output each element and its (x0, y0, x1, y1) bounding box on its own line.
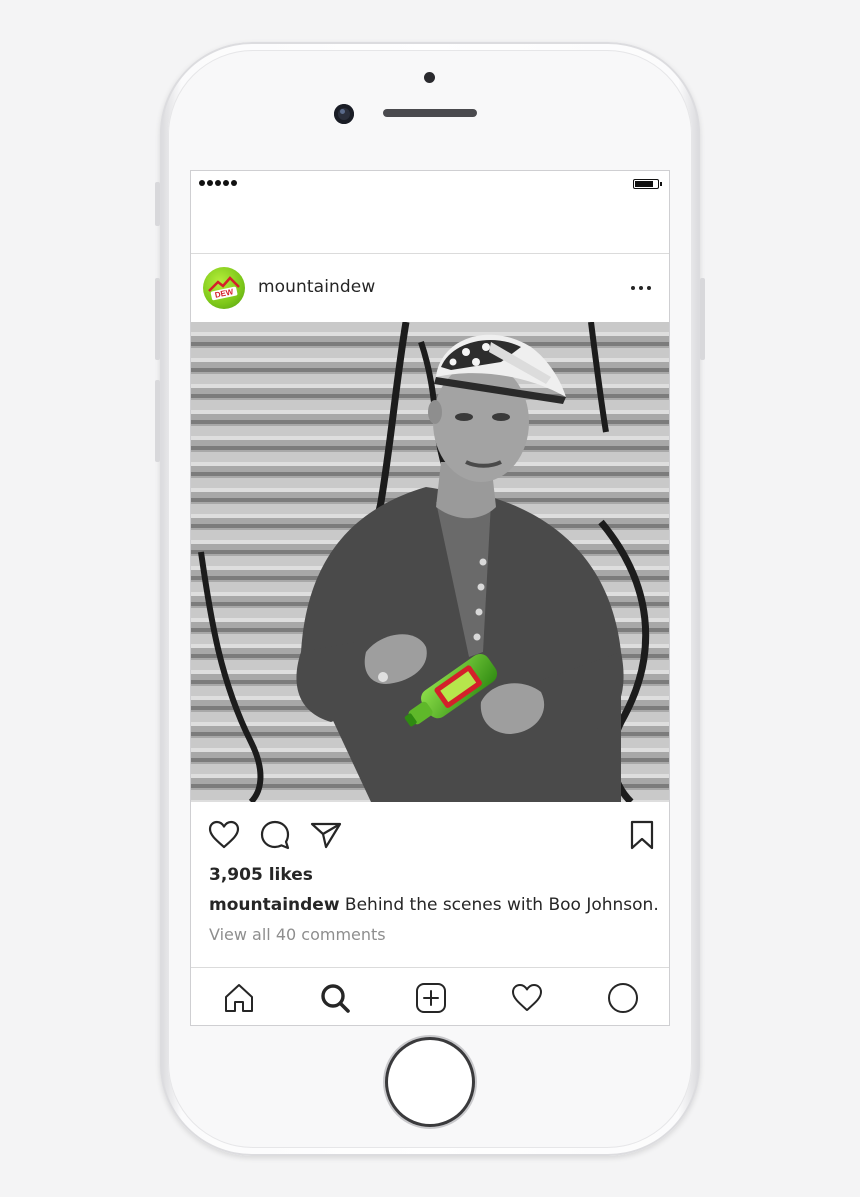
activity-heart-icon[interactable] (509, 980, 545, 1016)
profile-avatar[interactable]: DEW (203, 267, 245, 309)
front-camera (334, 104, 354, 124)
svg-text:DEW: DEW (214, 287, 235, 300)
power-button[interactable] (700, 278, 705, 360)
search-icon[interactable] (317, 980, 353, 1016)
profile-icon[interactable] (605, 980, 641, 1016)
proximity-sensor (424, 72, 435, 83)
paper-plane-icon[interactable] (309, 818, 343, 852)
home-button[interactable] (388, 1040, 472, 1124)
post-header: DEW mountaindew (191, 254, 669, 322)
post-actions-bar (191, 802, 669, 864)
bottom-tab-bar (191, 967, 669, 1025)
post-photo[interactable] (191, 322, 670, 802)
volume-down-button[interactable] (155, 380, 160, 462)
phone-screen: DEW mountaindew 3,905 likes mountaindew … (190, 170, 670, 1026)
post-username[interactable]: mountaindew (258, 277, 375, 297)
battery-icon (633, 179, 662, 189)
comment-bubble-icon[interactable] (258, 818, 292, 852)
more-dots-icon[interactable] (629, 280, 653, 296)
app-nav-bar (191, 197, 669, 254)
bookmark-icon[interactable] (625, 818, 659, 852)
mountain-dew-logo: DEW (208, 276, 240, 301)
post-caption: mountaindew Behind the scenes with Boo J… (209, 895, 659, 915)
view-comments-link[interactable]: View all 40 comments (209, 925, 386, 944)
status-bar (191, 171, 669, 197)
heart-icon[interactable] (207, 818, 241, 852)
volume-up-button[interactable] (155, 278, 160, 360)
caption-text: Behind the scenes with Boo Johnson. (339, 895, 659, 915)
caption-username[interactable]: mountaindew (209, 895, 340, 915)
earpiece-speaker (383, 109, 477, 117)
likes-count[interactable]: 3,905 likes (209, 865, 313, 885)
mute-switch[interactable] (155, 182, 160, 226)
home-icon[interactable] (221, 980, 257, 1016)
signal-strength-icon (199, 180, 237, 186)
add-post-icon[interactable] (413, 980, 449, 1016)
